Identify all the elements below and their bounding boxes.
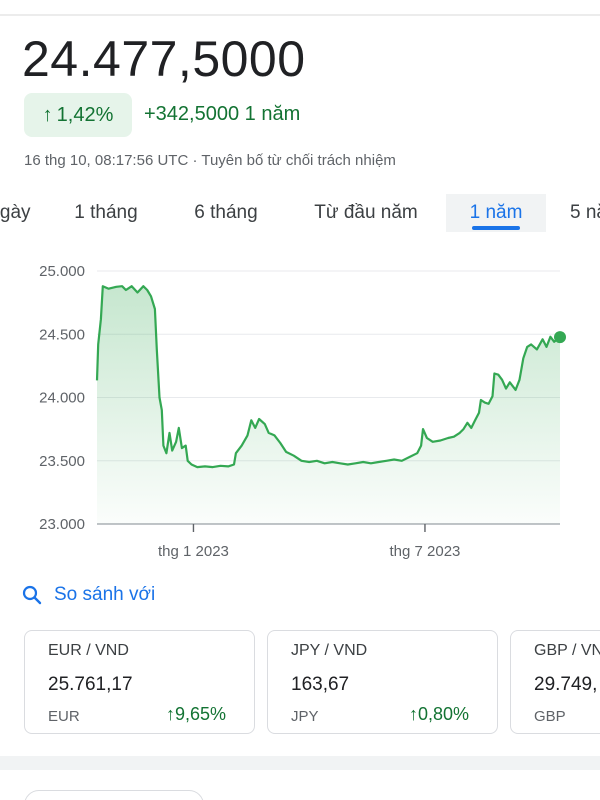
card-pair: JPY / VND	[291, 642, 368, 659]
y-tick-label: 24.500	[39, 326, 85, 343]
tab-1-day[interactable]: 1 ngày	[0, 194, 40, 232]
change-percent-badge: ↑ 1,42%	[24, 93, 132, 137]
card-change-value: 0,80%	[417, 704, 469, 724]
tab-1-month[interactable]: 1 tháng	[50, 194, 162, 232]
y-tick-label: 24.000	[39, 390, 85, 407]
arrow-up-icon: ↑	[408, 704, 418, 724]
tab-label: 1 tháng	[74, 202, 138, 223]
bottom-chip[interactable]	[24, 790, 204, 800]
y-tick-label: 23.000	[39, 516, 85, 533]
card-currency: EUR	[48, 708, 80, 725]
card-currency: JPY	[291, 708, 319, 725]
card-currency: GBP	[534, 708, 566, 725]
tab-label: 5 năm	[570, 202, 600, 223]
exchange-rate-chart[interactable]: 23.000 23.500 24.000 24.500 25.000 thg 1 202…	[0, 250, 600, 570]
card-eur-vnd[interactable]: EUR / VND 25.761,17 EUR ↑9,65%	[24, 630, 255, 734]
related-pairs: EUR / VND 25.761,17 EUR ↑9,65% JPY / VND…	[0, 630, 600, 740]
change-absolute: +342,5000 1 năm	[144, 103, 301, 125]
card-change: ↑0,80%	[409, 704, 469, 725]
tab-label: Từ đầu năm	[314, 202, 418, 223]
card-change-value: 9,65%	[174, 704, 226, 724]
search-icon	[22, 585, 42, 605]
card-jpy-vnd[interactable]: JPY / VND 163,67 JPY ↑0,80%	[267, 630, 498, 734]
active-tab-indicator	[472, 226, 520, 230]
card-value: 29.749,	[534, 674, 598, 695]
range-tabs: 1 ngày 1 tháng 6 tháng Từ đầu năm 1 năm …	[0, 194, 600, 234]
tab-label: 1 ngày	[0, 202, 31, 223]
y-tick-label: 25.000	[39, 263, 85, 280]
card-change: ↑9,65%	[166, 704, 226, 725]
tab-ytd[interactable]: Từ đầu năm	[296, 194, 436, 232]
card-pair: EUR / VND	[48, 642, 129, 659]
x-tick-label: thg 1 2023	[158, 543, 229, 560]
y-tick-label: 23.500	[39, 453, 85, 470]
arrow-up-icon: ↑	[42, 103, 53, 126]
card-gbp-vnd[interactable]: GBP / VND 29.749, GBP	[510, 630, 600, 734]
timestamp-disclaimer[interactable]: 16 thg 10, 08:17:56 UTC · Tuyên bố từ ch…	[24, 152, 396, 169]
x-tick-label: thg 7 2023	[390, 543, 461, 560]
section-divider	[0, 756, 600, 770]
tab-1-year[interactable]: 1 năm	[446, 194, 546, 232]
compare-button[interactable]: So sánh với	[22, 584, 155, 606]
card-pair: GBP / VND	[534, 642, 600, 659]
current-price: 24.477,5000	[22, 31, 306, 87]
tab-6-months[interactable]: 6 tháng	[170, 194, 282, 232]
latest-point	[554, 331, 566, 344]
arrow-up-icon: ↑	[165, 704, 175, 724]
compare-label: So sánh với	[54, 584, 156, 605]
top-divider	[0, 14, 600, 16]
card-value: 25.761,17	[48, 674, 133, 695]
series-area	[97, 286, 560, 524]
tab-5-years[interactable]: 5 năm	[570, 194, 600, 232]
change-percent-value: 1,42%	[56, 103, 114, 126]
tab-label: 6 tháng	[194, 202, 258, 223]
card-value: 163,67	[291, 674, 350, 695]
tab-label: 1 năm	[469, 202, 523, 223]
